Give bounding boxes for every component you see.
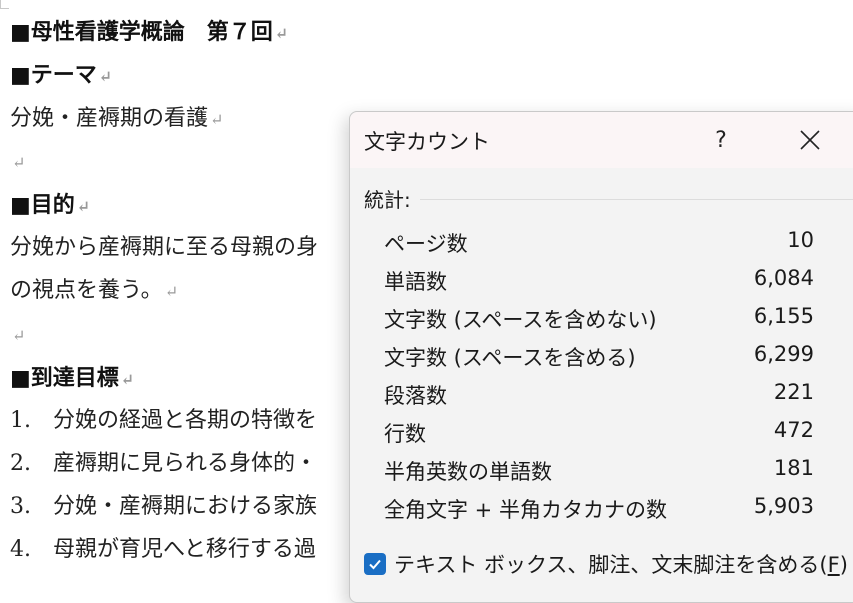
doc-line-empty[interactable]: ↵ xyxy=(10,320,25,351)
paragraph-mark-icon: ↵ xyxy=(76,197,91,216)
stat-value: 181 xyxy=(773,456,814,480)
stat-label: 文字数 (スペースを含める) xyxy=(384,346,636,370)
doc-line-goal-4[interactable]: 4. 母親が育児へと移行する過 xyxy=(10,535,316,565)
stat-row-halfwidth-words: 半角英数の単語数 181 xyxy=(384,452,814,490)
section-divider xyxy=(420,199,853,200)
stat-row-words: 単語数 6,084 xyxy=(384,262,814,300)
paragraph-mark-icon: ↵ xyxy=(98,67,113,86)
doc-line-empty[interactable]: ↵ xyxy=(10,147,25,178)
stat-row-chars-no-spaces: 文字数 (スペースを含めない) 6,155 xyxy=(384,300,814,338)
stat-label: 単語数 xyxy=(384,270,447,294)
stat-row-pages: ページ数 10 xyxy=(384,224,814,262)
stat-row-lines: 行数 472 xyxy=(384,414,814,452)
include-textboxes-checkbox[interactable]: テキスト ボックス、脚注、文末脚注を含める(F) xyxy=(364,549,848,579)
stat-label: 行数 xyxy=(384,422,426,446)
doc-line-theme[interactable]: 分娩・産褥期の看護 ↵ xyxy=(10,104,223,135)
checkbox-checked-icon[interactable] xyxy=(364,553,386,575)
stat-row-paragraphs: 段落数 221 xyxy=(384,376,814,414)
close-button[interactable] xyxy=(788,120,832,160)
paragraph-mark-icon: ↵ xyxy=(274,24,289,43)
statistics-list: ページ数 10 単語数 6,084 文字数 (スペースを含めない) 6,155 … xyxy=(384,224,814,528)
stat-row-chars-with-spaces: 文字数 (スペースを含める) 6,299 xyxy=(384,338,814,376)
stat-value: 6,155 xyxy=(753,304,814,328)
stat-row-fullwidth-chars: 全角文字 + 半角カタカナの数 5,903 xyxy=(384,490,814,528)
stat-label: 段落数 xyxy=(384,384,447,408)
dialog-titlebar[interactable]: 文字カウント ? xyxy=(350,112,853,168)
paragraph-mark-icon: ↵ xyxy=(210,110,224,129)
doc-line-title[interactable]: ■母性看護学概論 第７回 ↵ xyxy=(10,17,288,49)
paragraph-mark-icon: ↵ xyxy=(12,153,26,172)
statistics-label: 統計: xyxy=(364,188,411,212)
doc-line-theme-heading[interactable]: ■テーマ ↵ xyxy=(10,60,112,92)
word-count-dialog: 文字カウント ? 統計: ページ数 10 単語数 6,084 文字数 (スペース… xyxy=(349,111,853,603)
doc-line-goal-1[interactable]: 1. 分娩の経過と各期の特徴を xyxy=(10,406,317,436)
checkbox-label: テキスト ボックス、脚注、文末脚注を含める(F) xyxy=(394,553,848,577)
stat-value: 10 xyxy=(787,228,814,252)
close-icon xyxy=(800,130,820,150)
stat-value: 6,084 xyxy=(753,266,814,290)
stat-label: 半角英数の単語数 xyxy=(384,460,552,484)
paragraph-mark-icon: ↵ xyxy=(164,282,179,301)
stat-value: 221 xyxy=(773,380,814,404)
question-mark-icon: ? xyxy=(715,127,727,153)
stat-value: 6,299 xyxy=(753,342,814,366)
doc-line-goals-heading[interactable]: ■到達目標 ↵ xyxy=(10,363,134,395)
doc-line-purpose-2[interactable]: の視点を養う。 ↵ xyxy=(10,276,178,307)
paragraph-mark-icon: ↵ xyxy=(120,370,135,389)
stat-label: ページ数 xyxy=(384,232,468,256)
dialog-title: 文字カウント xyxy=(364,130,490,154)
doc-line-goal-3[interactable]: 3. 分娩・産褥期における家族 xyxy=(10,492,317,522)
doc-line-goal-2[interactable]: 2. 産褥期に見られる身体的・ xyxy=(10,449,317,479)
stat-label: 文字数 (スペースを含めない) xyxy=(384,308,657,332)
stat-label: 全角文字 + 半角カタカナの数 xyxy=(384,498,667,522)
doc-line-purpose-1[interactable]: 分娩から産褥期に至る母親の身 xyxy=(10,233,320,264)
paragraph-mark-icon: ↵ xyxy=(12,326,26,345)
doc-line-purpose-heading[interactable]: ■目的 ↵ xyxy=(10,190,90,222)
page-corner-mark xyxy=(0,0,9,9)
stat-value: 472 xyxy=(773,418,814,442)
checkmark-icon xyxy=(369,559,381,570)
help-button[interactable]: ? xyxy=(699,120,743,160)
stat-value: 5,903 xyxy=(753,494,814,518)
